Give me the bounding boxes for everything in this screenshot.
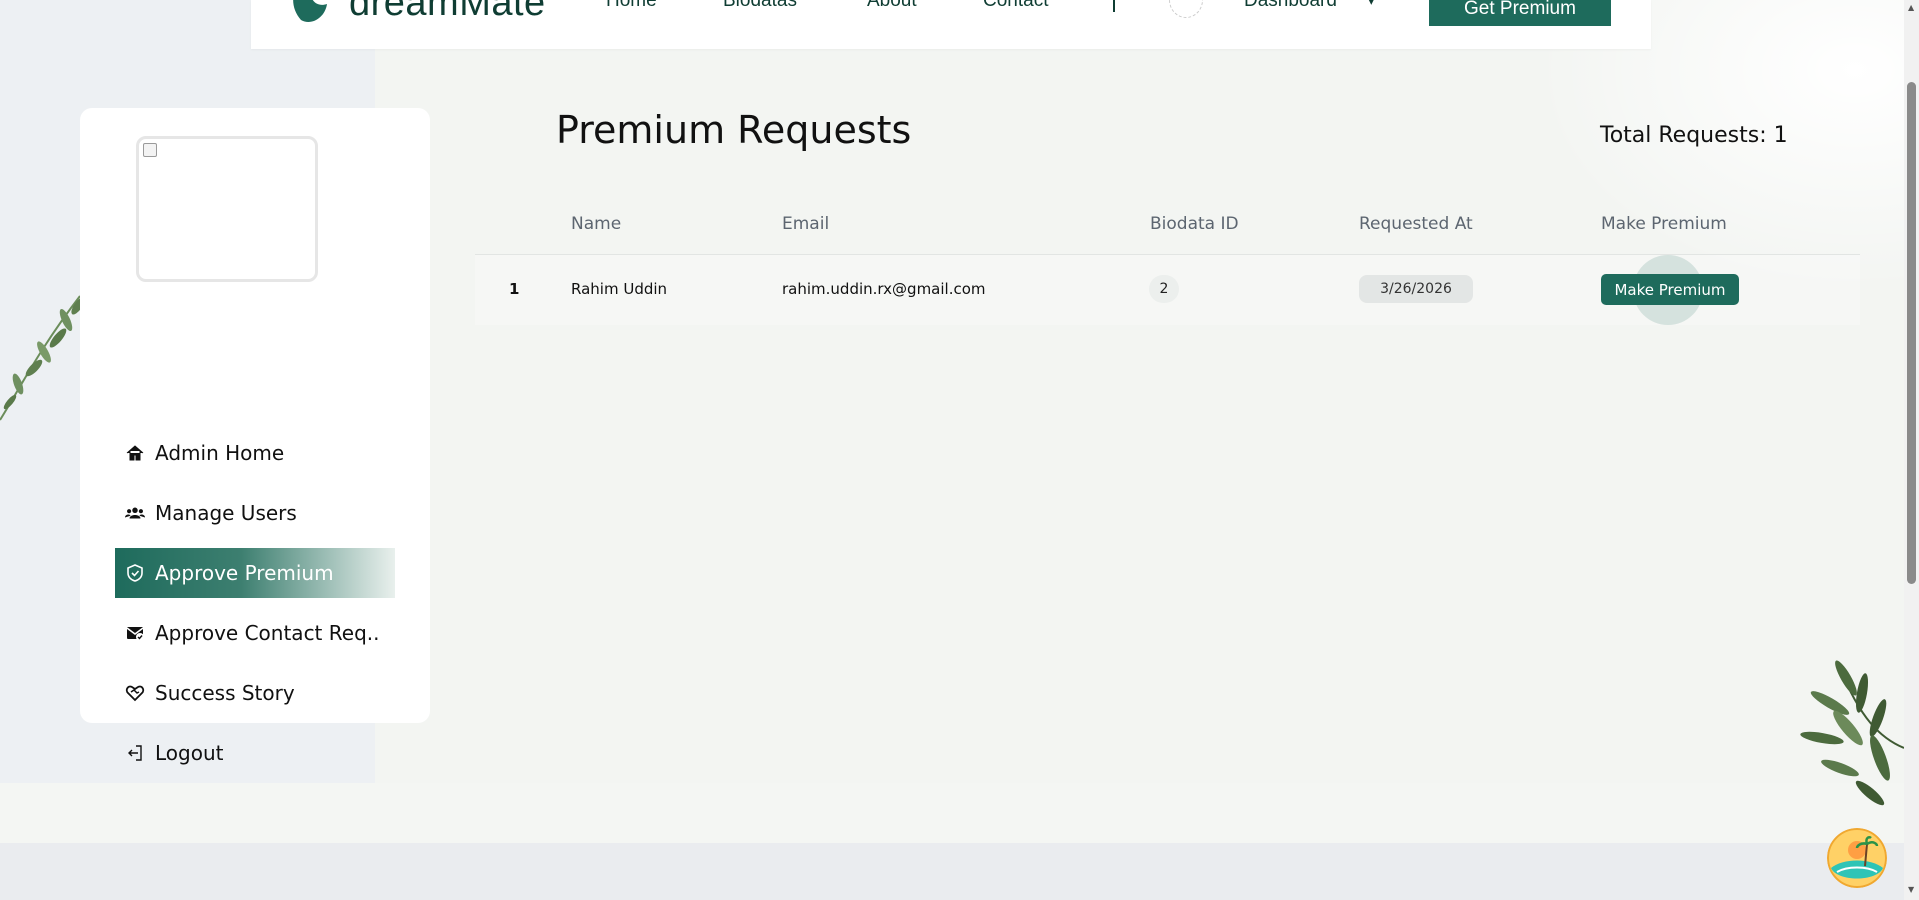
- nav-divider: [1113, 0, 1115, 12]
- sidebar-item-approve-contact-requests[interactable]: Approve Contact Req..: [115, 608, 395, 658]
- brand-logo-icon[interactable]: [285, 0, 333, 26]
- page-title: Premium Requests: [556, 108, 912, 152]
- row-requested-at-badge: 3/26/2026: [1359, 275, 1473, 303]
- vertical-scrollbar[interactable]: ▲ ▼: [1904, 0, 1919, 900]
- make-premium-button[interactable]: Make Premium: [1601, 274, 1739, 305]
- column-header-make-premium: Make Premium: [1601, 214, 1727, 234]
- sidebar-item-label: Approve Contact Req..: [155, 621, 380, 645]
- column-header-biodata-id: Biodata ID: [1150, 214, 1239, 234]
- dashboard-dropdown[interactable]: Dashboard: [1244, 0, 1337, 12]
- plant-decoration-left: [0, 295, 85, 421]
- sidebar-item-admin-home[interactable]: Admin Home: [115, 428, 395, 478]
- nav-link-contact[interactable]: Contact: [983, 0, 1048, 12]
- nav-link-biodatas[interactable]: Biodatas: [723, 0, 797, 12]
- column-header-email: Email: [782, 214, 830, 234]
- scrollbar-thumb[interactable]: [1907, 82, 1916, 584]
- page-bottom-area: [0, 783, 1904, 843]
- sidebar-item-label: Logout: [155, 741, 224, 765]
- sidebar-item-manage-users[interactable]: Manage Users: [115, 488, 395, 538]
- sidebar-item-label: Approve Premium: [155, 561, 334, 585]
- logout-icon: [125, 743, 145, 763]
- scroll-down-arrow-icon[interactable]: ▼: [1908, 885, 1914, 894]
- floating-app-badge-icon[interactable]: [1827, 828, 1887, 888]
- sidebar-item-label: Manage Users: [155, 501, 297, 525]
- sidebar-menu: Admin Home Manage Users Approve Premium …: [115, 428, 395, 788]
- top-navbar: dreamMate Home Biodatas About Contact Da…: [251, 0, 1651, 49]
- user-avatar[interactable]: [1169, 0, 1203, 18]
- home-icon: [125, 443, 145, 463]
- column-header-requested-at: Requested At: [1359, 214, 1473, 234]
- heart-handshake-icon: [125, 683, 145, 703]
- total-requests-count: Total Requests: 1: [1600, 123, 1788, 148]
- row-index: 1: [509, 280, 520, 298]
- scroll-up-arrow-icon[interactable]: ▲: [1908, 3, 1914, 12]
- broken-image-icon: [143, 143, 157, 157]
- row-email: rahim.uddin.rx@gmail.com: [782, 280, 986, 298]
- sidebar-item-logout[interactable]: Logout: [115, 728, 395, 778]
- nav-link-home[interactable]: Home: [606, 0, 657, 12]
- table-row: 1 Rahim Uddin rahim.uddin.rx@gmail.com 2…: [475, 255, 1860, 325]
- row-biodata-id-badge: 2: [1149, 275, 1179, 303]
- plant-decoration-right: [1800, 660, 1904, 806]
- chevron-down-icon[interactable]: ▾: [1368, 0, 1375, 9]
- premium-requests-table: Name Email Biodata ID Requested At Make …: [475, 193, 1860, 325]
- table-header-row: Name Email Biodata ID Requested At Make …: [475, 193, 1860, 255]
- users-icon: [125, 503, 145, 523]
- column-header-name: Name: [571, 214, 622, 234]
- sidebar-item-label: Admin Home: [155, 441, 285, 465]
- row-name: Rahim Uddin: [571, 280, 668, 298]
- profile-image: [136, 136, 318, 282]
- brand-name[interactable]: dreamMate: [349, 0, 546, 25]
- nav-link-about[interactable]: About: [867, 0, 917, 12]
- shield-check-icon: [125, 563, 145, 583]
- sidebar: Admin Home Manage Users Approve Premium …: [80, 108, 430, 765]
- sidebar-item-success-story[interactable]: Success Story: [115, 668, 395, 718]
- footer-area: [0, 843, 1904, 900]
- sidebar-item-approve-premium[interactable]: Approve Premium: [115, 548, 395, 598]
- mail-check-icon: [125, 623, 145, 643]
- get-premium-button[interactable]: Get Premium: [1429, 0, 1611, 26]
- sidebar-item-label: Success Story: [155, 681, 295, 705]
